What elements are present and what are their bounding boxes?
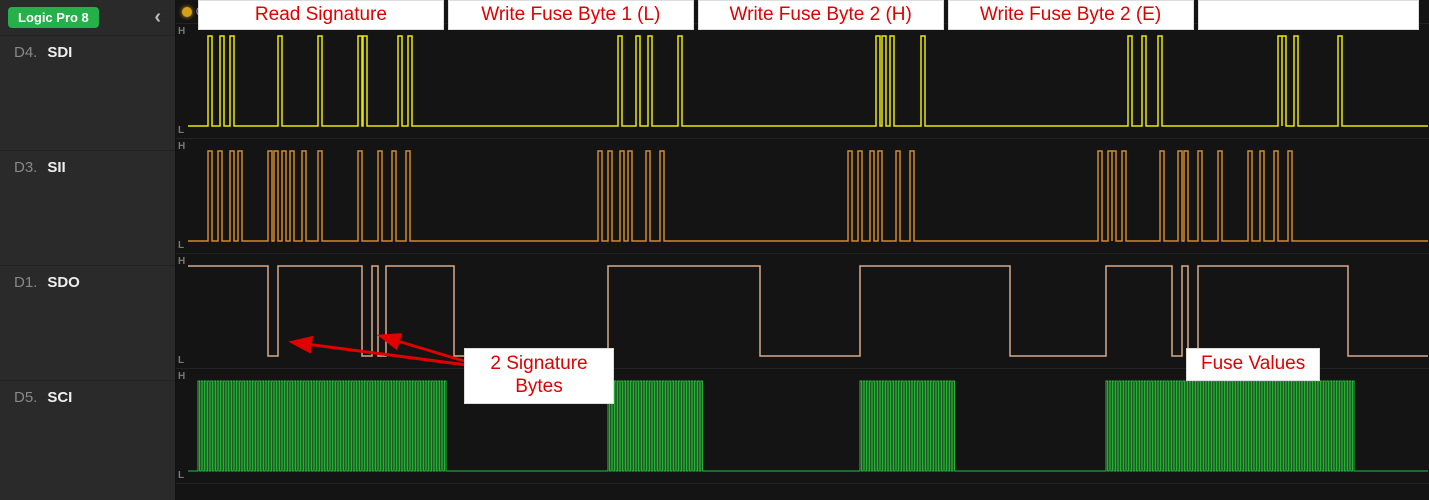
waveform [188,30,1428,134]
channel-row[interactable]: D4. SDI [0,35,175,150]
segment-label: Read Signature [198,0,444,30]
segment-label: Write Fuse Byte 1 (L) [448,0,694,30]
collapse-icon[interactable]: ‹ [148,6,167,29]
channel-name: SDO [47,274,80,291]
level-low: L [178,125,184,136]
app-badge[interactable]: Logic Pro 8 [8,7,99,28]
waveform-track[interactable]: H L [176,139,1429,254]
level-low: L [178,470,184,481]
segment-label [1198,0,1419,30]
waveform [188,145,1428,249]
level-high: H [178,26,185,37]
annotation-sig-bytes: 2 Signature Bytes [464,348,614,404]
channel-name: SDI [47,44,72,61]
channel-index: D3. [14,159,37,176]
waveform-track[interactable]: H L [176,369,1429,484]
segment-labels: Read Signature Write Fuse Byte 1 (L) Wri… [198,0,1419,30]
channel-row[interactable]: D5. SCI [0,380,175,495]
level-low: L [178,240,184,251]
channel-row[interactable]: D3. SII [0,150,175,265]
segment-label: Write Fuse Byte 2 (E) [948,0,1194,30]
channel-name: SCI [47,389,72,406]
trigger-marker-icon [182,7,192,17]
level-high: H [178,141,185,152]
channel-row[interactable]: D1. SDO [0,265,175,380]
segment-label: Write Fuse Byte 2 (H) [698,0,944,30]
waveform [188,375,1428,479]
channel-index: D5. [14,389,37,406]
annotation-fuse-values: Fuse Values [1186,348,1320,381]
channel-index: D4. [14,44,37,61]
level-high: H [178,371,185,382]
channel-name: SII [47,159,65,176]
channel-index: D1. [14,274,37,291]
waveform-track[interactable]: H L [176,24,1429,139]
level-high: H [178,256,185,267]
level-low: L [178,355,184,366]
waveform-area[interactable]: 0 s : 600 ms Read Signature Write Fuse B… [176,0,1429,500]
